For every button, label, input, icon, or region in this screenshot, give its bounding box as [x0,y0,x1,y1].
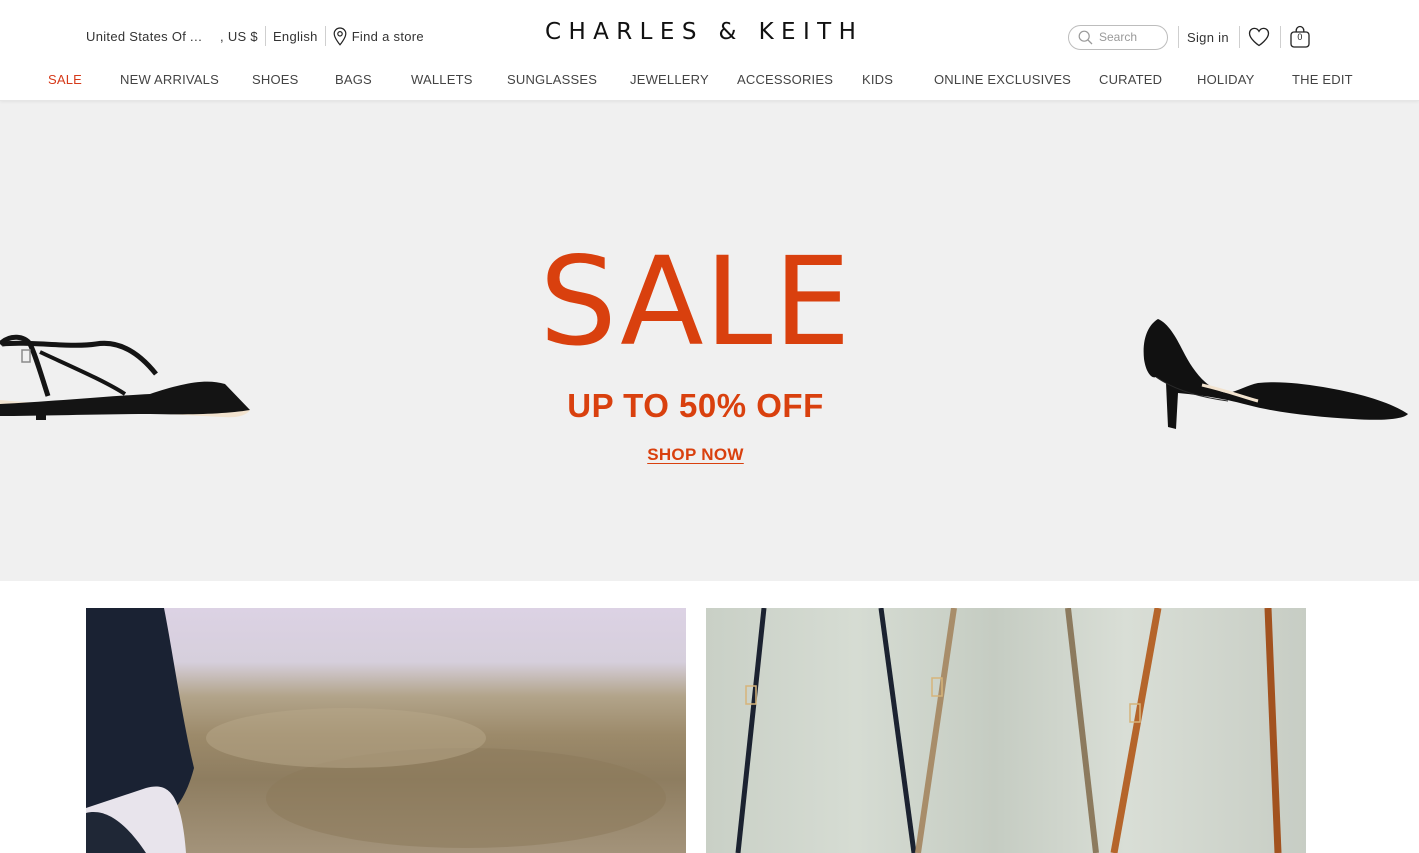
nav-item-holiday[interactable]: HOLIDAY [1197,72,1255,87]
bag-count: 0 [1297,32,1303,42]
nav-item-bags[interactable]: BAGS [335,72,372,87]
nav-item-curated[interactable]: CURATED [1099,72,1162,87]
currency-selector[interactable]: , US $ [220,29,258,44]
heart-icon [1248,27,1270,47]
sign-in-link[interactable]: Sign in [1187,30,1229,45]
search-input[interactable] [1099,30,1159,44]
bag-straps-photo [735,608,1282,853]
find-store-label: Find a store [351,28,424,44]
nav-item-new-arrivals[interactable]: NEW ARRIVALS [120,72,219,87]
hero-cta: SHOP NOW [0,445,1391,465]
nav-item-wallets[interactable]: WALLETS [411,72,473,87]
promo-tile-right[interactable] [706,608,1306,853]
main-nav: SALE NEW ARRIVALS SHOES BAGS WALLETS SUN… [0,66,1419,96]
nav-item-kids[interactable]: KIDS [862,72,893,87]
shop-now-link[interactable]: SHOP NOW [647,445,744,464]
nav-item-the-edit[interactable]: THE EDIT [1292,72,1353,87]
divider [264,26,266,46]
site-header: United States Of America , US $ English … [0,0,1419,101]
brand-logo[interactable]: CHARLES & KEITH [545,19,856,45]
search-icon [1078,30,1093,44]
divider [1279,26,1281,48]
heel-shoe-image [1143,319,1408,429]
find-store-link[interactable]: Find a store [333,26,424,46]
nav-item-jewellery[interactable]: JEWELLERY [630,72,709,87]
country-selector[interactable]: United States Of America [86,29,210,44]
nav-item-accessories[interactable]: ACCESSORIES [737,72,833,87]
divider [1178,26,1179,48]
nav-item-sunglasses[interactable]: SUNGLASSES [507,72,597,87]
shopping-bag-button[interactable]: 0 [1289,25,1311,49]
nav-item-online-exclusives[interactable]: ONLINE EXCLUSIVES [934,72,1071,87]
locale-bar: United States Of America , US $ English … [86,24,424,48]
language-selector[interactable]: English [273,29,318,44]
divider [324,26,326,46]
promo-tile-left[interactable] [86,608,686,853]
search-box[interactable] [1068,24,1168,50]
divider [1238,26,1240,48]
wishlist-button[interactable] [1248,27,1270,47]
location-pin-icon [333,26,347,46]
top-bar: United States Of America , US $ English … [0,0,1419,66]
hero-banner[interactable]: SALE UP TO 50% OFF SHOP NOW [0,101,1419,581]
nav-item-sale[interactable]: SALE [48,72,82,87]
nav-item-shoes[interactable]: SHOES [252,72,299,87]
fashion-photo [86,608,666,853]
header-actions: Sign in 0 [1068,24,1311,50]
